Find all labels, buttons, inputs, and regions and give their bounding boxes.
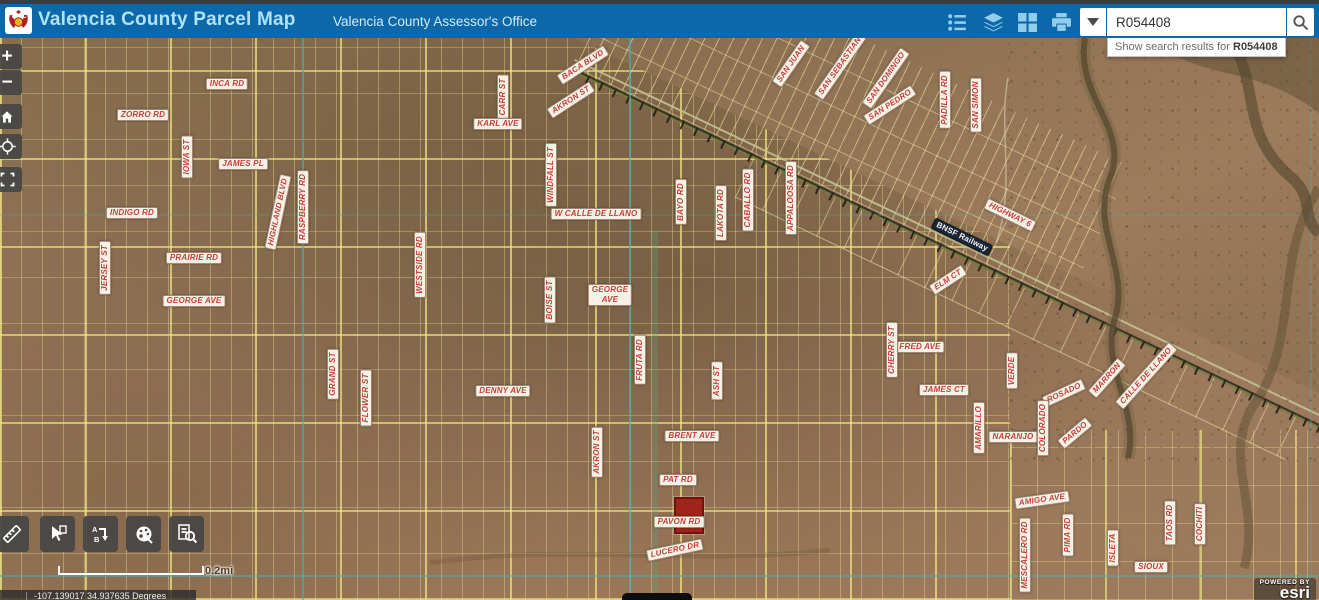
locate-icon (0, 138, 16, 155)
page-title: Valencia County Parcel Map (38, 9, 296, 31)
basemap-gallery-icon[interactable] (1012, 10, 1043, 34)
coordinate-readout: -107.139017 34.937635 Degrees (0, 590, 196, 600)
query-tool-button[interactable] (169, 516, 204, 552)
select-tool-button[interactable] (40, 516, 75, 552)
section-line (0, 575, 1319, 577)
svg-text:V: V (11, 14, 15, 20)
suggestion-text: Show search results for (1115, 41, 1233, 53)
directions-icon: A B (90, 523, 112, 545)
legend-icon[interactable] (942, 10, 973, 34)
full-extent-button[interactable] (0, 167, 22, 192)
scale-bar (58, 566, 204, 575)
zoom-in-button[interactable]: + (0, 44, 22, 69)
suggestion-term: R054408 (1233, 41, 1278, 53)
county-seal-logo: V C (5, 7, 32, 34)
select-icon (47, 523, 69, 545)
selected-parcel-highlight[interactable] (674, 497, 704, 534)
search-button[interactable] (1287, 8, 1314, 36)
svg-text:C: C (22, 14, 27, 20)
drainage-line (652, 230, 658, 600)
section-line (629, 38, 631, 600)
scale-label: 0.2mi (205, 565, 233, 577)
draw-tool-button[interactable] (126, 516, 161, 552)
home-button[interactable] (0, 104, 22, 129)
esri-attribution: POWERED BY esri (1254, 578, 1316, 600)
section-line (302, 38, 304, 600)
search-box: ✕ (1107, 8, 1286, 36)
search-suggestion[interactable]: Show search results for R054408 (1107, 38, 1286, 57)
layers-icon[interactable] (978, 10, 1009, 34)
esri-logo: esri (1260, 586, 1310, 599)
locate-button[interactable] (0, 134, 22, 159)
app-window: INCA RDZORRO RDCARR STKARL AVEBACA BLVDA… (0, 0, 1319, 600)
chevron-down-icon (1087, 18, 1099, 26)
search-icon (1292, 14, 1309, 31)
svg-text:A: A (92, 525, 98, 534)
zoom-out-button[interactable]: − (0, 70, 22, 95)
directions-tool-button[interactable]: A B (83, 516, 118, 552)
home-icon (0, 109, 15, 125)
search-input[interactable] (1107, 9, 1295, 35)
search-source-dropdown[interactable] (1080, 8, 1106, 36)
vegetation-speckle (1000, 38, 1319, 468)
full-extent-icon (0, 172, 15, 187)
measure-icon (1, 523, 23, 545)
draw-icon (133, 523, 155, 545)
svg-text:B: B (94, 535, 100, 544)
bottom-popup-notch (622, 593, 692, 600)
query-icon (176, 523, 198, 545)
print-icon[interactable] (1046, 10, 1077, 34)
measure-tool-button[interactable] (0, 516, 29, 552)
page-subtitle: Valencia County Assessor's Office (270, 14, 600, 29)
